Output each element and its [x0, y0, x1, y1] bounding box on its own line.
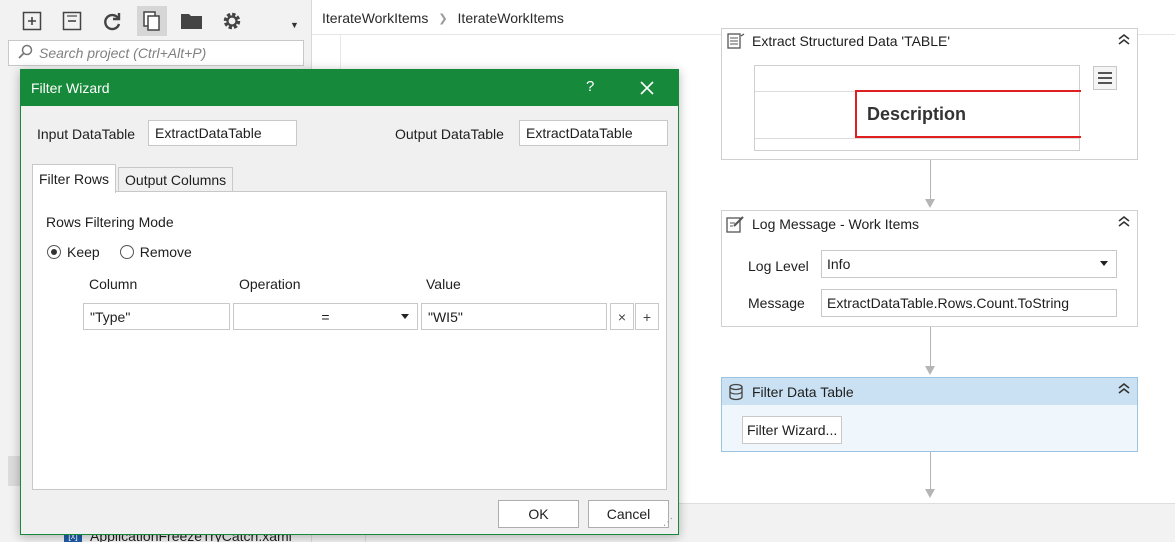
- search-box[interactable]: [8, 40, 304, 66]
- activity-header: Extract Structured Data 'TABLE': [722, 29, 1137, 53]
- dropdown-arrow-icon: [401, 314, 409, 319]
- collapse-all-icon[interactable]: [52, 6, 92, 36]
- dialog-title: Filter Wizard: [31, 80, 110, 96]
- value-header: Value: [426, 276, 461, 292]
- message-field[interactable]: ExtractDataTable.Rows.Count.ToString: [821, 289, 1117, 317]
- keep-radio-label[interactable]: Keep: [67, 244, 100, 260]
- log-level-dropdown[interactable]: Info: [821, 250, 1117, 278]
- keep-radio[interactable]: [47, 245, 61, 259]
- filter-data-table-activity[interactable]: Filter Data Table Filter Wizard...: [721, 377, 1138, 452]
- flow-connector: [930, 160, 931, 200]
- dialog-tabs: Filter Rows Output Columns: [32, 164, 234, 193]
- column-header: Column: [89, 276, 138, 292]
- ok-button[interactable]: OK: [498, 500, 579, 528]
- preview-column-header: Description: [855, 90, 1081, 138]
- expand-all-icon[interactable]: [12, 6, 52, 36]
- operation-dropdown[interactable]: =: [233, 303, 418, 330]
- log-message-icon: [726, 214, 746, 234]
- search-input[interactable]: [39, 45, 299, 61]
- radio-selected-dot: [51, 249, 57, 255]
- project-toolbar: [12, 6, 252, 36]
- dropdown-arrow-icon[interactable]: ▼: [290, 20, 299, 30]
- message-value: ExtractDataTable.Rows.Count.ToString: [827, 295, 1069, 311]
- flow-arrow-icon: [925, 366, 935, 375]
- cancel-button[interactable]: Cancel: [588, 500, 669, 528]
- gear-icon[interactable]: [212, 6, 252, 36]
- rows-filtering-mode-label: Rows Filtering Mode: [46, 214, 174, 230]
- open-folder-icon[interactable]: [172, 6, 212, 36]
- collapse-icon[interactable]: [1117, 33, 1131, 48]
- output-datatable-label: Output DataTable: [395, 126, 504, 142]
- log-level-value: Info: [827, 256, 851, 272]
- table-preview: Description: [754, 65, 1081, 151]
- remove-row-button[interactable]: ×: [610, 303, 634, 330]
- remove-radio-label[interactable]: Remove: [140, 244, 192, 260]
- value-field[interactable]: "WI5": [421, 303, 607, 330]
- add-row-button[interactable]: +: [635, 303, 659, 330]
- activity-header: Filter Data Table: [722, 378, 1137, 405]
- database-icon: [726, 382, 746, 402]
- refresh-icon[interactable]: [92, 6, 132, 36]
- help-button[interactable]: ?: [586, 78, 594, 95]
- breadcrumb-separator-icon: ❯: [438, 12, 448, 25]
- operation-value: =: [321, 308, 330, 325]
- flow-arrow-icon: [925, 489, 935, 498]
- column-field[interactable]: "Type": [83, 303, 230, 330]
- search-icon: [17, 44, 33, 63]
- extract-structured-data-activity[interactable]: Extract Structured Data 'TABLE' Descript…: [721, 28, 1138, 160]
- collapse-icon[interactable]: [1117, 215, 1131, 230]
- activity-title: Filter Data Table: [752, 383, 854, 400]
- tab-filter-rows[interactable]: Filter Rows: [32, 164, 117, 193]
- breadcrumb-item[interactable]: IterateWorkItems: [458, 10, 564, 26]
- dialog-titlebar[interactable]: Filter Wizard ?: [21, 70, 678, 106]
- flow-arrow-icon: [925, 199, 935, 208]
- activity-title: Extract Structured Data 'TABLE': [752, 33, 951, 49]
- remove-radio[interactable]: [119, 245, 134, 259]
- breadcrumb-item[interactable]: IterateWorkItems: [322, 10, 428, 26]
- activity-title: Log Message - Work Items: [752, 216, 920, 232]
- flow-connector: [930, 327, 931, 367]
- filter-rows-panel: Rows Filtering Mode Keep Remove Column O…: [32, 191, 667, 490]
- filter-wizard-button[interactable]: Filter Wizard...: [742, 416, 843, 444]
- message-label: Message: [748, 295, 805, 311]
- breadcrumb: IterateWorkItems ❯ IterateWorkItems: [322, 10, 564, 26]
- tab-output-columns[interactable]: Output Columns: [118, 167, 234, 191]
- operation-header: Operation: [239, 276, 301, 292]
- flow-connector: [930, 452, 931, 490]
- resize-grip-icon[interactable]: ⋰: [663, 517, 673, 528]
- extract-data-icon: [726, 31, 746, 51]
- hamburger-menu-icon[interactable]: [1093, 66, 1117, 90]
- filter-wizard-dialog: Filter Wizard ? Input DataTable Output D…: [20, 69, 679, 535]
- dropdown-arrow-icon: [1100, 261, 1108, 266]
- log-level-label: Log Level: [748, 258, 809, 274]
- activity-header: Log Message - Work Items: [722, 211, 1137, 237]
- log-message-activity[interactable]: Log Message - Work Items Log Level Info …: [721, 210, 1138, 327]
- input-datatable-field[interactable]: [148, 120, 297, 146]
- copy-files-icon[interactable]: [137, 6, 167, 36]
- preview-row-line: [755, 138, 1079, 139]
- filtering-mode-options: Keep Remove: [47, 244, 212, 260]
- output-datatable-field[interactable]: [519, 120, 668, 146]
- input-datatable-label: Input DataTable: [37, 126, 136, 142]
- collapse-icon[interactable]: [1117, 382, 1131, 397]
- close-icon[interactable]: [639, 80, 655, 96]
